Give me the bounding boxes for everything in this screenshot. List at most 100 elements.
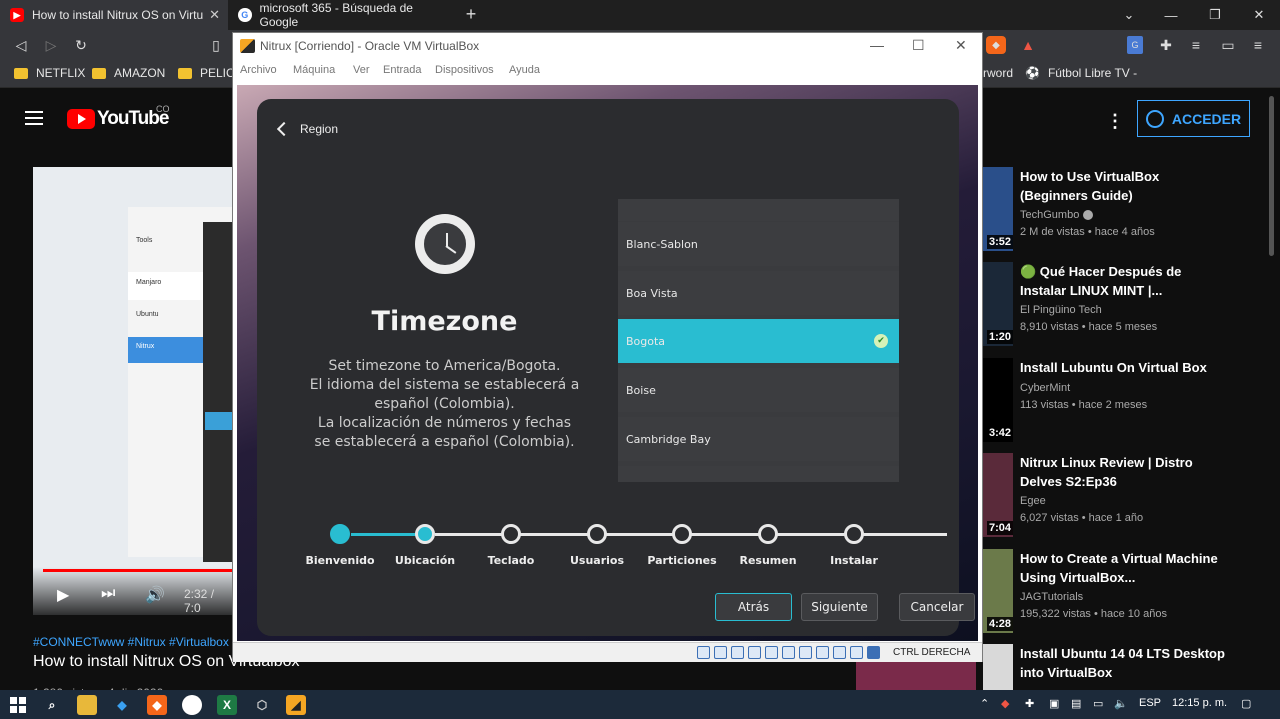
notifications-icon[interactable]: ▢ [1241, 697, 1251, 710]
recommendation-item[interactable]: 1:20 🟢 Qué Hacer Después de Instalar LIN… [983, 262, 1273, 352]
back-icon[interactable]: ◁ [12, 36, 30, 54]
next-icon[interactable]: ⏭ [101, 585, 115, 603]
excel-icon[interactable]: X [217, 695, 237, 715]
network-icon[interactable] [748, 646, 761, 659]
tray-device-icon[interactable]: ▤ [1071, 697, 1081, 710]
brave-icon[interactable]: ◆ [147, 695, 167, 715]
nitrux-vm-icon[interactable]: ◢ [286, 695, 306, 715]
verified-icon [1083, 210, 1094, 221]
step-label: Ubicación [394, 554, 456, 567]
volume-tray-icon[interactable]: 🔈 [1114, 697, 1128, 710]
search-icon[interactable]: ⌕ [42, 695, 62, 715]
maximize-icon[interactable]: ☐ [912, 37, 925, 54]
cancel-button[interactable]: Cancelar [899, 593, 975, 621]
list-item[interactable]: Cambridge Bay [618, 417, 899, 461]
restore-icon[interactable]: ❐ [1193, 0, 1237, 30]
video-hashtags[interactable]: #CONNECTwww #Nitrux #Virtualbox [33, 635, 229, 649]
menu-entrada[interactable]: Entrada [383, 64, 422, 76]
user-icon [1145, 109, 1164, 128]
optical-drive-icon[interactable] [714, 646, 727, 659]
new-tab-icon[interactable]: + [462, 4, 480, 24]
browser-tab-bar: ▶ How to install Nitrux OS on Virtu ✕ G … [0, 0, 1280, 30]
network-tray-icon[interactable]: ▭ [1093, 697, 1103, 710]
shared-folders-icon[interactable] [782, 646, 795, 659]
menu-dispositivos[interactable]: Dispositivos [435, 64, 494, 76]
scrollbar-thumb[interactable] [1269, 96, 1274, 256]
youtube-logo[interactable]: YouTube [67, 108, 169, 130]
hdd-icon[interactable] [697, 646, 710, 659]
next-button[interactable]: Siguiente [801, 593, 878, 621]
system-clock[interactable]: 12:15 p. m. [1172, 697, 1227, 709]
tray-chevron-icon[interactable]: ⌃ [980, 697, 989, 710]
wallet-icon[interactable]: ▭ [1219, 36, 1237, 54]
vscode-icon[interactable]: ◆ [112, 695, 132, 715]
list-item[interactable]: Blanc-Sablon [618, 222, 899, 266]
close-icon[interactable]: ✕ [955, 37, 967, 54]
virtualbox-titlebar[interactable]: Nitrux [Corriendo] - Oracle VM VirtualBo… [233, 33, 982, 59]
close-window-icon[interactable]: ✕ [1237, 0, 1280, 30]
menu-icon[interactable]: ≡ [1249, 36, 1267, 54]
youtube-favicon-icon: ▶ [10, 8, 24, 22]
tray-shield-icon[interactable]: ✚ [1025, 697, 1034, 710]
back-to-region-link[interactable]: Region [276, 121, 338, 137]
bookmark-icon[interactable]: ▯ [207, 36, 225, 54]
list-item[interactable] [618, 466, 899, 482]
tab-youtube[interactable]: ▶ How to install Nitrux OS on Virtu ✕ [0, 0, 228, 30]
play-icon[interactable]: ▶ [57, 585, 69, 605]
mouse-integration-icon[interactable] [850, 646, 863, 659]
sign-in-button[interactable]: ACCEDER [1137, 100, 1250, 137]
progress-bar[interactable] [43, 569, 233, 572]
hamburger-menu-icon[interactable] [25, 111, 43, 125]
cube-app-icon[interactable]: ⬡ [252, 695, 272, 715]
reload-icon[interactable]: ↻ [72, 36, 90, 54]
tab-google[interactable]: G microsoft 365 - Búsqueda de Google [228, 0, 458, 30]
language-indicator[interactable]: ESP [1139, 697, 1161, 709]
recommendation-item[interactable]: 3:52 How to Use VirtualBox (Beginners Gu… [983, 167, 1273, 257]
volume-icon[interactable]: 🔊 [145, 585, 165, 605]
translate-icon[interactable]: G [1127, 36, 1143, 54]
usb-icon[interactable] [765, 646, 778, 659]
video-player[interactable]: Tools Manjaro Ubuntu Nitrux ▶ ⏭ 🔊 2:32 /… [33, 167, 233, 615]
bookmark-netflix[interactable]: NETFLIX [14, 66, 85, 80]
bookmark-futbol[interactable]: ⚽ Fútbol Libre TV - [1025, 66, 1137, 80]
recommendation-item[interactable]: 7:04 Nitrux Linux Review | Distro Delves… [983, 453, 1273, 543]
timezone-list[interactable]: Blanc-Sablon Boa Vista Bogota ✔ Boise Cam… [618, 199, 899, 482]
recommendation-item[interactable]: Install Ubuntu 14 04 LTS Desktop into Vi… [983, 644, 1273, 690]
tray-vm-icon[interactable]: ▣ [1049, 697, 1059, 710]
menu-maquina[interactable]: Máquina [293, 64, 335, 76]
back-button[interactable]: Atrás [715, 593, 792, 621]
chevron-down-icon[interactable]: ⌄ [1107, 0, 1151, 30]
file-explorer-icon[interactable] [77, 695, 97, 715]
list-item[interactable]: Boa Vista [618, 271, 899, 315]
close-tab-icon[interactable]: ✕ [209, 7, 220, 23]
list-item-selected[interactable]: Bogota ✔ [618, 319, 899, 363]
menu-archivo[interactable]: Archivo [240, 64, 277, 76]
audio-icon[interactable] [731, 646, 744, 659]
forward-icon[interactable]: ▷ [42, 36, 60, 54]
list-item[interactable] [618, 199, 899, 221]
tray-app-icon[interactable]: ◆ [1001, 697, 1009, 710]
menu-ver[interactable]: Ver [353, 64, 370, 76]
recommendation-item[interactable]: 4:28 How to Create a Virtual Machine Usi… [983, 549, 1273, 639]
bookmark-amazon[interactable]: AMAZON [92, 66, 165, 80]
recording-icon[interactable] [816, 646, 829, 659]
windows-start-icon[interactable] [10, 697, 26, 713]
recommendation-item[interactable]: 3:42 Install Lubuntu On Virtual Box Cybe… [983, 358, 1273, 448]
extensions-icon[interactable]: ✚ [1157, 36, 1175, 54]
more-options-icon[interactable]: ⋮ [1106, 111, 1124, 132]
brave-shield-icon[interactable]: ◆ [986, 36, 1006, 54]
list-item[interactable]: Boise [618, 368, 899, 412]
keyboard-capture-icon[interactable] [867, 646, 880, 659]
cpu-icon[interactable] [833, 646, 846, 659]
display-icon[interactable] [799, 646, 812, 659]
minimize-icon[interactable]: — [1149, 0, 1193, 30]
playlist-icon[interactable]: ≡ [1187, 36, 1205, 54]
folder-icon [92, 67, 106, 79]
page-scrollbar[interactable] [1266, 96, 1276, 691]
brave-rewards-icon[interactable]: ▲ [1018, 36, 1038, 54]
vm-display[interactable]: Region Timezone Set timezone to America/… [237, 85, 978, 641]
menu-ayuda[interactable]: Ayuda [509, 64, 540, 76]
bookmark-password[interactable]: rword [983, 66, 1013, 80]
minimize-icon[interactable]: — [870, 37, 884, 53]
chrome-icon[interactable] [182, 695, 202, 715]
